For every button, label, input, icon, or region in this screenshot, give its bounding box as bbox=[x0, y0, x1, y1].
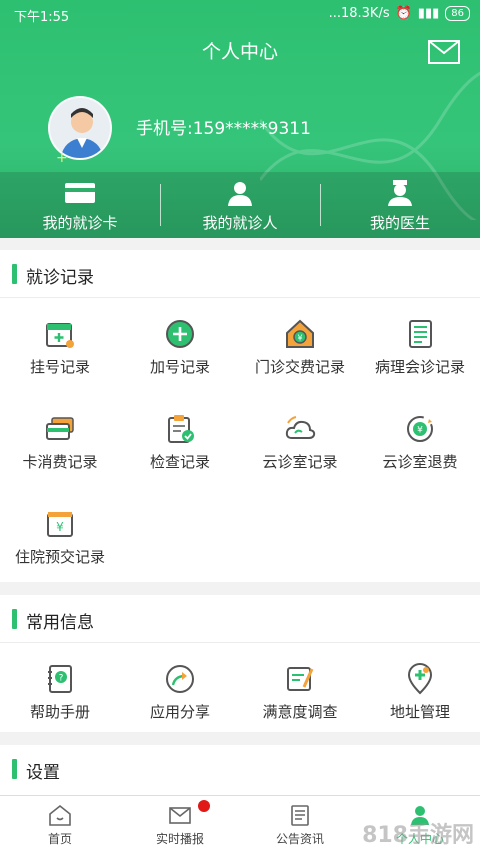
alarm-icon: ⏰ bbox=[395, 6, 412, 21]
calendar-plus-icon bbox=[46, 323, 74, 348]
cloud-clinic-refund-button[interactable]: ¥ 云诊室退费 bbox=[360, 393, 480, 488]
home-icon bbox=[49, 804, 71, 826]
mail-icon[interactable] bbox=[428, 40, 460, 64]
info-section: 常用信息 ? 帮助手册 应用分享 满意度调查 地址管理 bbox=[0, 595, 480, 732]
section-accent-bar bbox=[12, 759, 17, 779]
bottom-navigation: 首页 实时播报 公告资讯 个人中心 818手游网 bbox=[0, 795, 480, 853]
pathology-consult-record-button[interactable]: 病理会诊记录 bbox=[360, 298, 480, 393]
plus-circle-icon bbox=[166, 320, 194, 348]
location-pin-icon bbox=[407, 663, 433, 695]
share-icon bbox=[166, 665, 194, 693]
address-management-button[interactable]: 地址管理 bbox=[360, 643, 480, 738]
share-app-button[interactable]: 应用分享 bbox=[120, 643, 240, 738]
signal-icon: ▮▮▮ bbox=[417, 6, 440, 21]
section-title: 就诊记录 bbox=[26, 268, 94, 288]
wallet-yen-icon: ¥ bbox=[47, 512, 73, 537]
add-number-record-button[interactable]: 加号记录 bbox=[120, 298, 240, 393]
section-accent-bar bbox=[12, 264, 17, 284]
plus-decoration-icon: + bbox=[56, 150, 68, 166]
document-list-icon bbox=[409, 320, 432, 348]
person-icon bbox=[228, 182, 252, 206]
help-manual-button[interactable]: ? 帮助手册 bbox=[0, 643, 120, 738]
card-consumption-record-button[interactable]: 卡消费记录 bbox=[0, 393, 120, 488]
section-title: 设置 bbox=[26, 763, 60, 783]
records-section: 就诊记录 挂号记录 加号记录 ¥ 门诊交费记录 病理会诊记录 卡消费记录 检查记… bbox=[0, 250, 480, 582]
cards-icon bbox=[46, 417, 74, 440]
network-speed: ...18.3K/s bbox=[328, 6, 390, 21]
register-record-button[interactable]: 挂号记录 bbox=[0, 298, 120, 393]
card-icon bbox=[65, 183, 95, 203]
refund-icon: ¥ bbox=[407, 416, 433, 442]
section-title: 常用信息 bbox=[26, 613, 94, 633]
svg-text:¥: ¥ bbox=[56, 520, 64, 534]
inpatient-deposit-record-button[interactable]: ¥ 住院预交记录 bbox=[0, 488, 120, 583]
notification-badge bbox=[198, 800, 210, 812]
status-bar: 下午1:55 ...18.3K/s ⏰ ▮▮▮ 86 bbox=[0, 0, 480, 28]
cloud-icon bbox=[285, 416, 316, 439]
phone-number: 手机号:159*****9311 bbox=[136, 119, 311, 139]
page-title: 个人中心 bbox=[201, 41, 278, 63]
satisfaction-survey-button[interactable]: 满意度调查 bbox=[240, 643, 360, 738]
doctor-icon bbox=[388, 180, 412, 206]
nav-live-broadcast[interactable]: 实时播报 bbox=[120, 796, 240, 853]
my-card-button[interactable]: 我的就诊卡 bbox=[0, 172, 160, 238]
news-icon bbox=[291, 805, 309, 826]
watermark-text: 818手游网 bbox=[362, 823, 474, 848]
survey-edit-icon bbox=[287, 667, 314, 691]
svg-text:¥: ¥ bbox=[417, 426, 423, 436]
svg-text:?: ? bbox=[59, 674, 64, 684]
exam-record-button[interactable]: 检查记录 bbox=[120, 393, 240, 488]
my-patient-button[interactable]: 我的就诊人 bbox=[160, 172, 320, 238]
nav-home[interactable]: 首页 bbox=[0, 796, 120, 853]
nav-announcements[interactable]: 公告资讯 bbox=[240, 796, 360, 853]
envelope-icon bbox=[169, 807, 191, 824]
outpatient-payment-record-button[interactable]: ¥ 门诊交费记录 bbox=[240, 298, 360, 393]
clipboard-check-icon bbox=[168, 415, 194, 443]
status-time: 下午1:55 bbox=[14, 10, 70, 25]
settings-section[interactable]: 设置 bbox=[0, 745, 480, 795]
profile-header: 下午1:55 ...18.3K/s ⏰ ▮▮▮ 86 个人中心 + 手机号:15… bbox=[0, 0, 480, 238]
house-payment-icon: ¥ bbox=[286, 319, 314, 348]
help-book-icon: ? bbox=[48, 665, 72, 693]
svg-text:¥: ¥ bbox=[297, 334, 302, 343]
battery-level: 86 bbox=[445, 6, 470, 21]
my-doctor-button[interactable]: 我的医生 bbox=[320, 172, 480, 238]
cloud-clinic-record-button[interactable]: 云诊室记录 bbox=[240, 393, 360, 488]
quick-access-bar: 我的就诊卡 我的就诊人 我的医生 bbox=[0, 172, 480, 238]
section-accent-bar bbox=[12, 609, 17, 629]
